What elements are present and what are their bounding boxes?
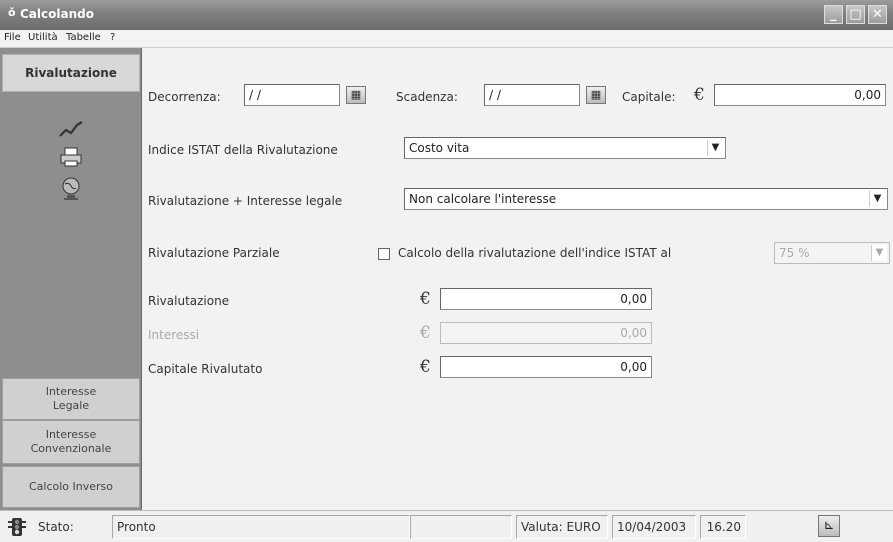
euro-icon: € [420, 357, 431, 377]
minimize-button[interactable]: _ [824, 5, 843, 24]
interessi-label: Interessi [148, 328, 200, 342]
euro-icon: € [694, 85, 705, 105]
calendar-icon[interactable]: ▦ [346, 86, 366, 104]
euro-icon: € [420, 289, 431, 309]
menu-help[interactable]: ? [110, 32, 115, 43]
decorrenza-label: Decorrenza: [148, 90, 221, 104]
euro-icon: € [420, 323, 431, 343]
sidebar-item-label: Legale [52, 399, 90, 412]
status-bar: Stato: Pronto Valuta: EURO 10/04/2003 16… [0, 510, 893, 542]
title-bar: ǒ Calcolando _ □ ✕ [0, 0, 893, 30]
app-icon: ǒ [8, 6, 16, 19]
percent-select[interactable]: 75 % ▼ [774, 242, 890, 264]
sidebar-item-label: Interesse [45, 428, 97, 441]
globe-icon[interactable] [56, 176, 86, 202]
status-empty-panel [410, 515, 512, 539]
sidebar-item-interesse-legale[interactable]: Interesse Legale [2, 378, 140, 420]
interessi-field: 0,00 [440, 322, 652, 344]
scadenza-field[interactable]: / / [484, 84, 580, 106]
sidebar-item-interesse-convenzionale[interactable]: Interesse Convenzionale [2, 420, 140, 464]
sidebar-item-label: Calcolo Inverso [28, 480, 113, 493]
close-button[interactable]: ✕ [868, 5, 887, 24]
chevron-down-icon[interactable]: ▼ [707, 140, 723, 156]
sidebar: Rivalutazione Interesse Legale Interesse… [0, 48, 142, 510]
rivalutazione-parziale-label: Rivalutazione Parziale [148, 246, 280, 260]
interesse-legale-select[interactable]: Non calcolare l'interesse ▼ [404, 188, 888, 210]
capitale-input[interactable]: 0,00 [714, 84, 886, 106]
clock-icon[interactable]: ⊾ [818, 515, 840, 537]
indice-istat-label: Indice ISTAT della Rivalutazione [148, 143, 338, 157]
time-indicator: 16.20 [700, 515, 746, 539]
indice-istat-select[interactable]: Costo vita ▼ [404, 137, 726, 159]
parziale-checkbox[interactable] [378, 248, 390, 260]
printer-icon[interactable] [56, 146, 86, 172]
rivalutazione-label: Rivalutazione [148, 294, 230, 308]
window-title: Calcolando [20, 7, 94, 21]
menu-bar: File Utilità Tabelle ? [0, 30, 893, 48]
sidebar-item-label: Interesse [45, 385, 97, 398]
sidebar-item-label: Convenzionale [30, 442, 112, 455]
parziale-checkbox-label: Calcolo della rivalutazione dell'indice … [398, 246, 672, 260]
interesse-legale-value: Non calcolare l'interesse [409, 192, 557, 206]
sidebar-item-calcolo-inverso[interactable]: Calcolo Inverso [2, 466, 140, 508]
maximize-button[interactable]: □ [846, 5, 865, 24]
chevron-down-icon[interactable]: ▼ [871, 245, 887, 261]
chart-line-icon[interactable] [56, 118, 86, 144]
menu-utilita[interactable]: Utilità [28, 32, 58, 43]
valuta-indicator: Valuta: EURO [516, 515, 608, 539]
menu-tabelle[interactable]: Tabelle [66, 32, 101, 43]
date-indicator: 10/04/2003 [612, 515, 696, 539]
chevron-down-icon[interactable]: ▼ [869, 191, 885, 207]
calendar-icon[interactable]: ▦ [586, 86, 606, 104]
decorrenza-field[interactable]: / / [244, 84, 340, 106]
capitale-rivalutato-field: 0,00 [440, 356, 652, 378]
traffic-light-icon [8, 517, 26, 537]
capitale-rivalutato-label: Capitale Rivalutato [148, 362, 263, 376]
menu-file[interactable]: File [4, 32, 21, 43]
indice-istat-value: Costo vita [409, 141, 470, 155]
rivalutazione-field: 0,00 [440, 288, 652, 310]
interesse-legale-label: Rivalutazione + Interesse legale [148, 194, 343, 208]
sidebar-header-rivalutazione[interactable]: Rivalutazione [2, 54, 140, 92]
capitale-label: Capitale: [622, 90, 676, 104]
percent-value: 75 % [779, 246, 810, 260]
scadenza-label: Scadenza: [396, 90, 458, 104]
status-label: Stato: [38, 520, 74, 534]
status-value: Pronto [112, 515, 410, 539]
